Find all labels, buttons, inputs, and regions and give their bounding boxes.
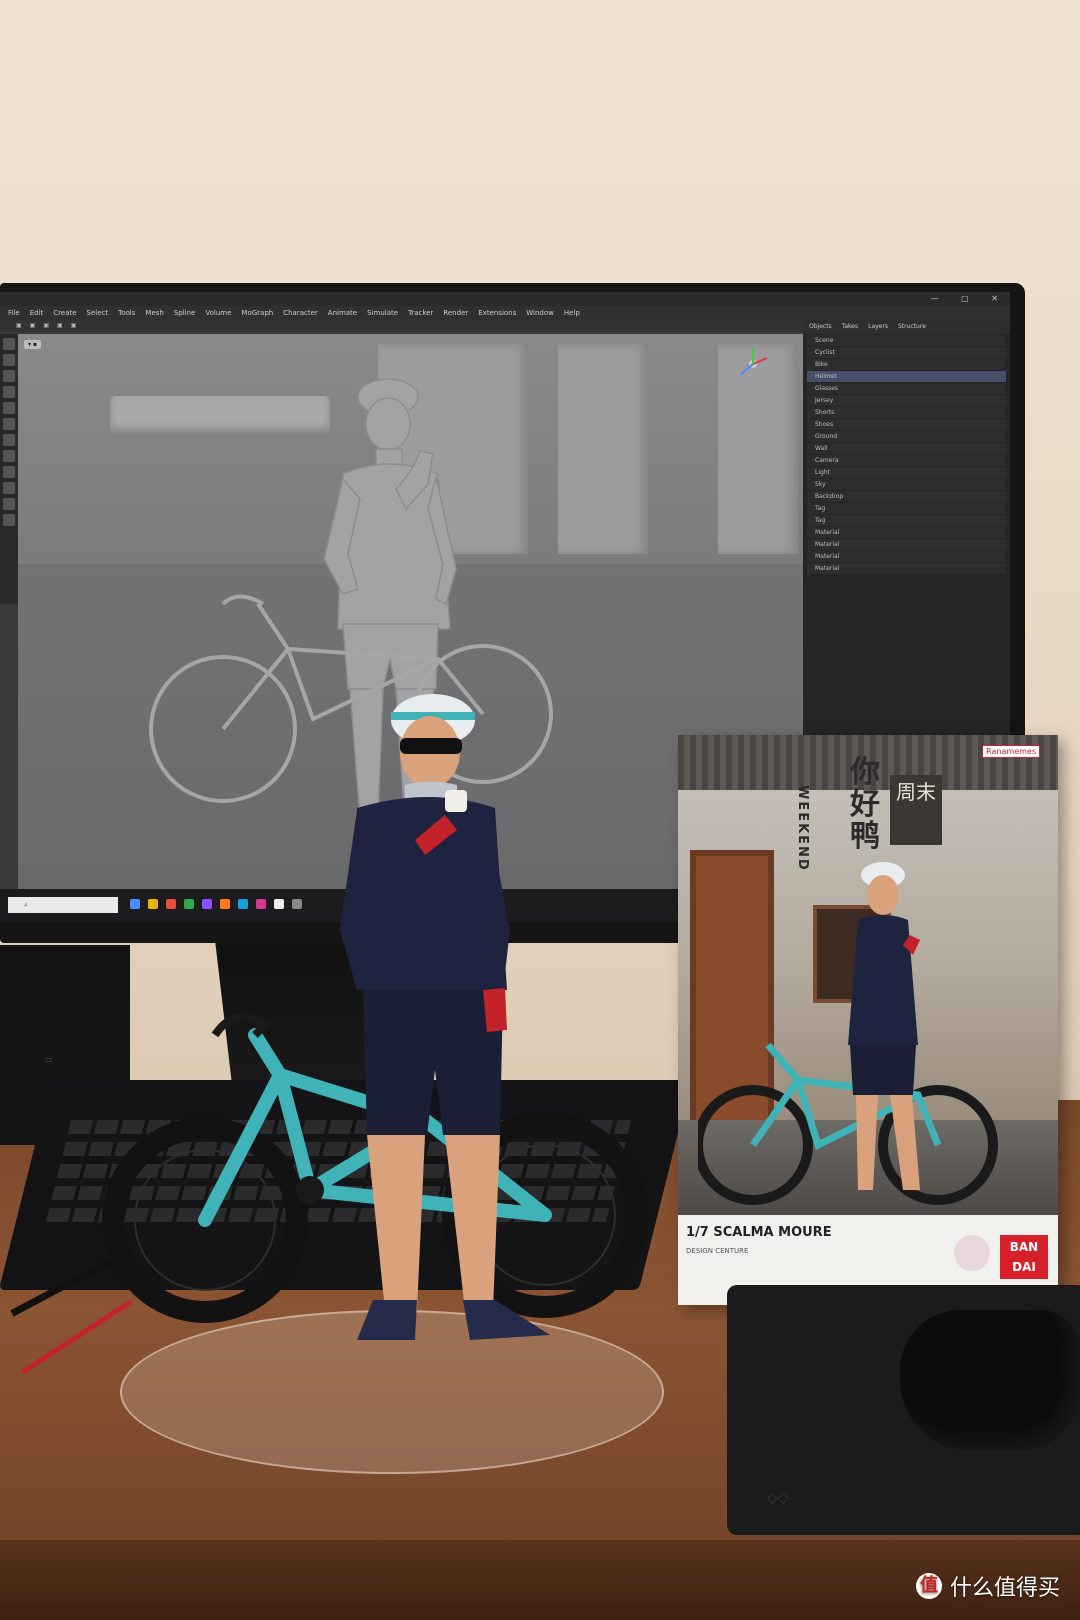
settings-tool-icon[interactable] xyxy=(3,498,15,510)
tool-palette xyxy=(0,334,18,604)
object-list-row[interactable]: Helmet xyxy=(807,371,1006,382)
object-list-row[interactable]: Shoes xyxy=(807,419,1006,430)
object-list-row[interactable]: Glasses xyxy=(807,383,1006,394)
cyclist-figure-with-bike xyxy=(102,694,648,1340)
box-brand-tag: Ranamemes xyxy=(982,745,1040,758)
object-list-row[interactable]: Tag xyxy=(807,503,1006,514)
layer-tool-icon[interactable] xyxy=(3,514,15,526)
app-titlebar: — ▢ ✕ xyxy=(0,292,1010,306)
object-list-row[interactable]: Material xyxy=(807,551,1006,562)
menu-item[interactable]: Extensions xyxy=(478,306,516,320)
object-list-row[interactable]: Bike xyxy=(807,359,1006,370)
product-box: 你好鸭 WEEKEND 周末 Ranamemes 1/7 SCALMA MOUR… xyxy=(678,735,1058,1305)
rotate-tool-icon[interactable] xyxy=(3,370,15,382)
light-tool-icon[interactable] xyxy=(3,450,15,462)
box-subtitle: DESIGN CENTURE xyxy=(686,1247,749,1255)
menu-item[interactable]: Animate xyxy=(328,306,357,320)
app-menubar: File Edit Create Select Tools Mesh Spline Volum… xyxy=(0,306,1010,320)
box-shop-sign-board: 周末 xyxy=(890,775,942,845)
object-list-row[interactable]: Tag xyxy=(807,515,1006,526)
object-list-row[interactable]: Scene xyxy=(807,335,1006,346)
toolbar-item[interactable]: ▣ xyxy=(43,320,49,332)
menu-item[interactable]: Window xyxy=(526,306,554,320)
panel-tab[interactable]: Takes xyxy=(842,320,858,334)
material-tool-icon[interactable] xyxy=(3,466,15,478)
box-maker-logo: BAN DAI xyxy=(1000,1235,1048,1279)
object-list-row[interactable]: Cyclist xyxy=(807,347,1006,358)
camera-tool-icon[interactable] xyxy=(3,434,15,446)
render-tool-icon[interactable] xyxy=(3,482,15,494)
menu-item[interactable]: Character xyxy=(283,306,318,320)
speaker-logo: ▭ xyxy=(45,1055,53,1064)
object-list-row[interactable]: Sky xyxy=(807,479,1006,490)
panel-tab[interactable]: Layers xyxy=(868,320,888,334)
box-cover-photo: 你好鸭 WEEKEND 周末 Ranamemes xyxy=(678,735,1058,1215)
object-list-row[interactable]: Material xyxy=(807,527,1006,538)
menu-item[interactable]: Spline xyxy=(174,306,196,320)
watermark: 值 什么值得买 xyxy=(915,1570,1060,1602)
menu-item[interactable]: Render xyxy=(443,306,468,320)
panel-tab[interactable]: Structure xyxy=(898,320,926,334)
panel-tab[interactable]: Objects xyxy=(809,320,832,334)
toolbar-item[interactable]: ▣ xyxy=(30,320,36,332)
object-list-row[interactable]: Ground xyxy=(807,431,1006,442)
object-list-row[interactable]: Material xyxy=(807,563,1006,574)
viewport-wall-panel xyxy=(558,344,648,554)
box-shop-sign-chinese: 你好鸭 xyxy=(850,755,880,854)
axis-gizmo-icon[interactable] xyxy=(733,344,773,384)
object-manager-tabs: Objects Takes Layers Structure xyxy=(803,320,1010,334)
cyclist-figure xyxy=(340,694,550,1340)
object-list-row[interactable]: Shorts xyxy=(807,407,1006,418)
viewport-camera-label[interactable]: ▾ ▪ xyxy=(24,340,41,349)
watermark-badge: 值 xyxy=(915,1573,942,1599)
box-secondary-logo xyxy=(954,1235,990,1271)
brush-tool-icon[interactable] xyxy=(3,402,15,414)
menu-item[interactable]: Simulate xyxy=(367,306,398,320)
menu-item[interactable]: File xyxy=(8,306,20,320)
menu-item[interactable]: Mesh xyxy=(145,306,163,320)
mousepad-logo: ◇◇ xyxy=(767,1490,789,1506)
object-list-row[interactable]: Camera xyxy=(807,455,1006,466)
object-list-row[interactable]: Backdrop xyxy=(807,491,1006,502)
computer-mouse xyxy=(900,1310,1080,1450)
object-list-row[interactable]: Light xyxy=(807,467,1006,478)
menu-item[interactable]: MoGraph xyxy=(241,306,273,320)
menu-item[interactable]: Edit xyxy=(30,306,44,320)
app-toolbar: ▣ ▣ ▣ ▣ ▣ xyxy=(0,320,816,332)
toolbar-item[interactable]: ▣ xyxy=(57,320,63,332)
box-cyclist-photo xyxy=(698,862,998,1205)
move-tool-icon[interactable] xyxy=(3,338,15,350)
watermark-text: 什么值得买 xyxy=(949,1576,1060,1601)
menu-item[interactable]: Help xyxy=(564,306,580,320)
scale-tool-icon[interactable] xyxy=(3,354,15,366)
menu-item[interactable]: Volume xyxy=(205,306,231,320)
object-list-row[interactable]: Wall xyxy=(807,443,1006,454)
object-manager-list: Scene Cyclist Bike Helmet Glasses Jersey Short… xyxy=(803,335,1010,574)
window-controls[interactable]: — ▢ ✕ xyxy=(931,292,1008,306)
object-list-row[interactable]: Material xyxy=(807,539,1006,550)
menu-item[interactable]: Create xyxy=(53,306,76,320)
object-list-row[interactable]: Jersey xyxy=(807,395,1006,406)
box-title: 1/7 SCALMA MOURE xyxy=(686,1225,832,1240)
menu-item[interactable]: Tracker xyxy=(408,306,433,320)
select-tool-icon[interactable] xyxy=(3,386,15,398)
toolbar-item[interactable]: ▣ xyxy=(71,320,77,332)
knife-tool-icon[interactable] xyxy=(3,418,15,430)
menu-item[interactable]: Tools xyxy=(118,306,135,320)
toolbar-item[interactable]: ▣ xyxy=(16,320,22,332)
menu-item[interactable]: Select xyxy=(87,306,109,320)
